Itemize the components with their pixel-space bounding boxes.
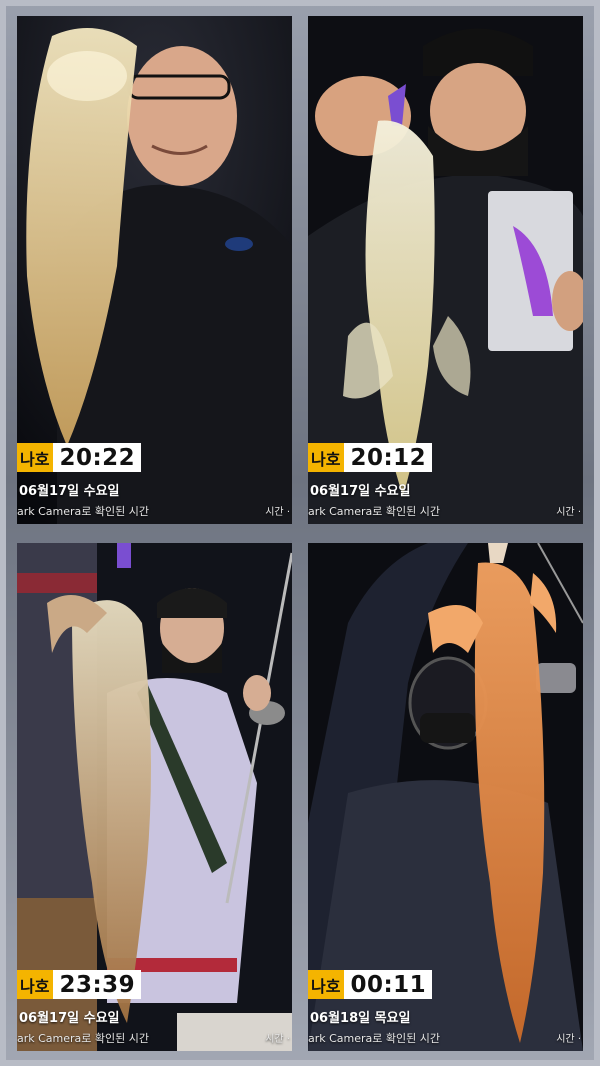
date-text: 06월17일 수요일 [19,484,120,499]
verify-right-text: 시간 · [556,507,581,518]
verify-right-text: 시간 · [265,507,290,518]
verify-text: ark Camera로 확인된 시간 [308,1032,441,1045]
time-value: 00:11 [344,970,433,999]
time-stamp: 나호 20:22 [17,443,142,472]
verify-right-text: 시간 · [556,1034,581,1045]
date-text: 06월17일 수요일 [310,484,411,499]
boat-tag: 나호 [17,970,54,999]
boat-tag: 나호 [308,443,345,472]
verify-right-text: 시간 · [265,1034,290,1045]
photo-tile-3: 나호 23:39 06월17일 수요일 ark Camera로 확인된 시간 시… [17,543,292,1051]
photo-tile-2: 나호 20:12 06월17일 수요일 ark Camera로 확인된 시간 시… [308,16,583,524]
time-stamp: 나호 00:11 [308,970,433,999]
photo-tile-1: 나호 20:22 06월17일 수요일 ark Camera로 확인된 시간 시… [17,16,292,524]
boat-tag: 나호 [308,970,345,999]
verify-text: ark Camera로 확인된 시간 [17,1032,150,1045]
time-value: 20:12 [344,443,433,472]
time-value: 23:39 [53,970,142,999]
boat-tag: 나호 [17,443,54,472]
date-text: 06월17일 수요일 [19,1011,120,1026]
time-value: 20:22 [53,443,142,472]
verify-text: ark Camera로 확인된 시간 [17,505,150,518]
verify-text: ark Camera로 확인된 시간 [308,505,441,518]
time-stamp: 나호 20:12 [308,443,433,472]
date-text: 06월18일 목요일 [310,1011,411,1026]
time-stamp: 나호 23:39 [17,970,142,999]
photo-tile-4: 나호 00:11 06월18일 목요일 ark Camera로 확인된 시간 시… [308,543,583,1051]
